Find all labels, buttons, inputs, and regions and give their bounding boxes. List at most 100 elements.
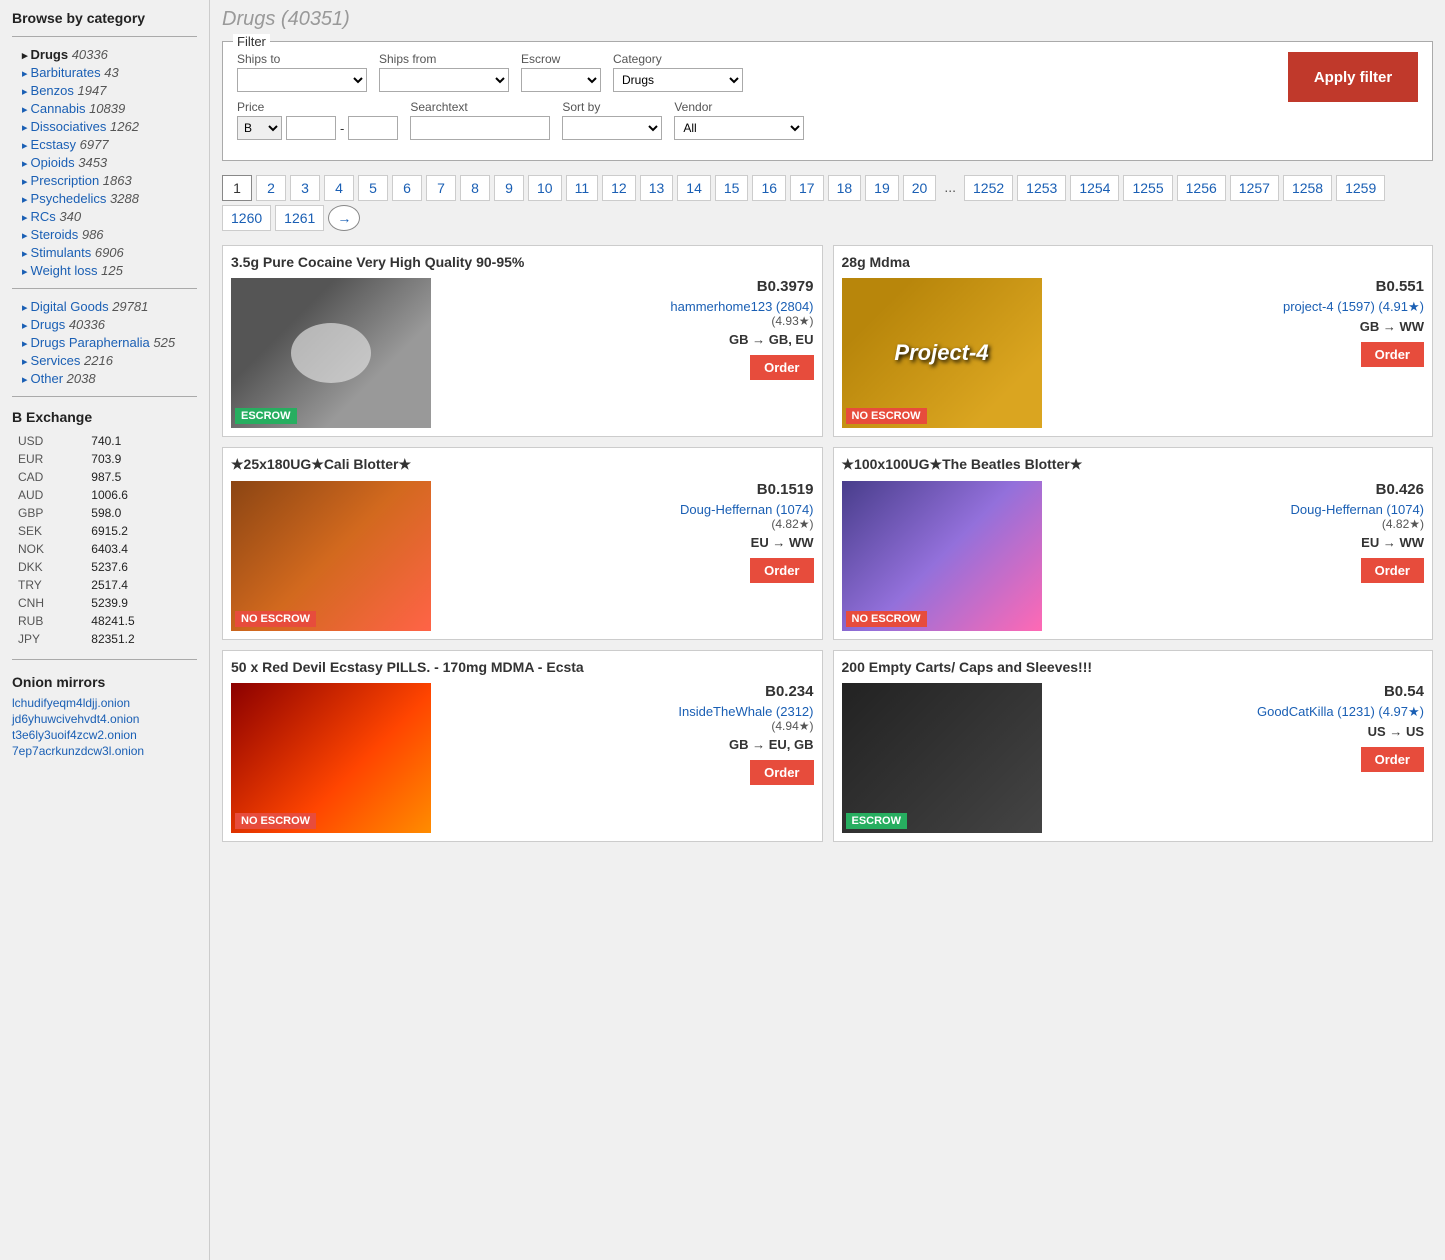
main-cat-services[interactable]: Services 2216 <box>12 353 197 368</box>
product-title: 200 Empty Carts/ Caps and Sleeves!!! <box>842 659 1425 675</box>
product-vendor[interactable]: project-4 (1597) (4.91★) <box>1052 299 1425 315</box>
sidebar-title: Browse by category <box>12 10 197 26</box>
sidebar-item-weight-loss[interactable]: Weight loss 125 <box>12 263 197 278</box>
product-rating: (4.94★) <box>441 719 814 733</box>
page-link-2[interactable]: 2 <box>256 175 286 201</box>
page-link-1256[interactable]: 1256 <box>1177 175 1226 201</box>
product-shipping: GB → GB, EU <box>441 332 814 347</box>
product-shipping: US → US <box>1052 724 1425 739</box>
sidebar-item-ecstasy[interactable]: Ecstasy 6977 <box>12 137 197 152</box>
apply-filter-button[interactable]: Apply filter <box>1288 52 1418 102</box>
order-button[interactable]: Order <box>750 760 813 785</box>
product-price: B0.54 <box>1052 683 1425 700</box>
main-cat-drugs[interactable]: Drugs 40336 <box>12 317 197 332</box>
main-cat-drugs-paraphernalia[interactable]: Drugs Paraphernalia 525 <box>12 335 197 350</box>
page-link-7[interactable]: 7 <box>426 175 456 201</box>
onion-link[interactable]: t3e6ly3uoif4zcw2.onion <box>12 728 197 742</box>
product-image <box>231 683 431 833</box>
order-button[interactable]: Order <box>1361 747 1424 772</box>
ships-to-select[interactable] <box>237 68 367 92</box>
price-max-input[interactable] <box>348 116 398 140</box>
page-link-5[interactable]: 5 <box>358 175 388 201</box>
product-image-wrap: ESCROW <box>231 278 431 428</box>
page-link-16[interactable]: 16 <box>752 175 786 201</box>
sidebar-item-rcs[interactable]: RCs 340 <box>12 209 197 224</box>
escrow-select[interactable] <box>521 68 601 92</box>
page-link-1253[interactable]: 1253 <box>1017 175 1066 201</box>
escrow-badge: NO ESCROW <box>846 611 927 627</box>
page-link-15[interactable]: 15 <box>715 175 749 201</box>
page-link-20[interactable]: 20 <box>903 175 937 201</box>
sidebar-item-steroids[interactable]: Steroids 986 <box>12 227 197 242</box>
sidebar-item-drugs[interactable]: Drugs 40336 <box>12 47 197 62</box>
page-link-9[interactable]: 9 <box>494 175 524 201</box>
page-link-4[interactable]: 4 <box>324 175 354 201</box>
sidebar-item-stimulants[interactable]: Stimulants 6906 <box>12 245 197 260</box>
onion-link[interactable]: lchudifyeqm4ldjj.onion <box>12 696 197 710</box>
product-vendor[interactable]: GoodCatKilla (1231) (4.97★) <box>1052 704 1425 720</box>
escrow-badge: NO ESCROW <box>235 813 316 829</box>
page-link-14[interactable]: 14 <box>677 175 711 201</box>
page-link-6[interactable]: 6 <box>392 175 422 201</box>
page-link-1257[interactable]: 1257 <box>1230 175 1279 201</box>
product-vendor[interactable]: hammerhome123 (2804) <box>441 299 814 314</box>
sidebar-item-dissociatives[interactable]: Dissociatives 1262 <box>12 119 197 134</box>
exchange-title: B Exchange <box>12 409 197 425</box>
product-price: B0.3979 <box>441 278 814 295</box>
page-link-1261[interactable]: 1261 <box>275 205 324 231</box>
page-link-1260[interactable]: 1260 <box>222 205 271 231</box>
page-link-18[interactable]: 18 <box>828 175 862 201</box>
product-shipping: GB → EU, GB <box>441 737 814 752</box>
page-link-1254[interactable]: 1254 <box>1070 175 1119 201</box>
product-info: B0.551 project-4 (1597) (4.91★) GB → WW … <box>1052 278 1425 428</box>
onion-link[interactable]: jd6yhuwcivehvdt4.onion <box>12 712 197 726</box>
category-select[interactable]: Drugs <box>613 68 743 92</box>
sidebar-item-cannabis[interactable]: Cannabis 10839 <box>12 101 197 116</box>
page-link-8[interactable]: 8 <box>460 175 490 201</box>
exchange-table: USD740.1EUR703.9CAD987.5AUD1006.6GBP598.… <box>12 431 197 649</box>
sortby-select[interactable] <box>562 116 662 140</box>
onion-link[interactable]: 7ep7acrkunzdcw3l.onion <box>12 744 197 758</box>
price-group: Price B - <box>237 100 398 140</box>
page-link-12[interactable]: 12 <box>602 175 636 201</box>
category-label: Category <box>613 52 743 66</box>
page-link-17[interactable]: 17 <box>790 175 824 201</box>
page-link-13[interactable]: 13 <box>640 175 674 201</box>
vendor-select[interactable]: All <box>674 116 804 140</box>
page-link-19[interactable]: 19 <box>865 175 899 201</box>
main-cat-other[interactable]: Other 2038 <box>12 371 197 386</box>
page-link-3[interactable]: 3 <box>290 175 320 201</box>
escrow-badge: ESCROW <box>235 408 297 424</box>
sidebar-item-barbiturates[interactable]: Barbiturates 43 <box>12 65 197 80</box>
next-page-button[interactable]: → <box>328 205 360 231</box>
ships-to-label: Ships to <box>237 52 367 66</box>
product-title: 50 x Red Devil Ecstasy PILLS. - 170mg MD… <box>231 659 814 675</box>
order-button[interactable]: Order <box>750 355 813 380</box>
page-link-1[interactable]: 1 <box>222 175 252 201</box>
product-vendor[interactable]: Doug-Heffernan (1074) <box>1052 502 1425 517</box>
product-price: B0.1519 <box>441 481 814 498</box>
sidebar-item-benzos[interactable]: Benzos 1947 <box>12 83 197 98</box>
order-button[interactable]: Order <box>1361 558 1424 583</box>
page-link-1252[interactable]: 1252 <box>964 175 1013 201</box>
price-currency-select[interactable]: B <box>237 116 282 140</box>
sidebar-item-psychedelics[interactable]: Psychedelics 3288 <box>12 191 197 206</box>
page-link-11[interactable]: 11 <box>566 175 599 201</box>
main-cat-digital-goods[interactable]: Digital Goods 29781 <box>12 299 197 314</box>
price-min-input[interactable] <box>286 116 336 140</box>
product-title: ★25x180UG★Cali Blotter★ <box>231 456 814 473</box>
page-link-1255[interactable]: 1255 <box>1123 175 1172 201</box>
order-button[interactable]: Order <box>750 558 813 583</box>
page-link-1259[interactable]: 1259 <box>1336 175 1385 201</box>
product-info: B0.234 InsideTheWhale (2312) (4.94★) GB … <box>441 683 814 833</box>
sidebar-item-opioids[interactable]: Opioids 3453 <box>12 155 197 170</box>
order-button[interactable]: Order <box>1361 342 1424 367</box>
ships-from-select[interactable] <box>379 68 509 92</box>
product-vendor[interactable]: InsideTheWhale (2312) <box>441 704 814 719</box>
product-vendor[interactable]: Doug-Heffernan (1074) <box>441 502 814 517</box>
page-link-10[interactable]: 10 <box>528 175 562 201</box>
page-link-1258[interactable]: 1258 <box>1283 175 1332 201</box>
sidebar-item-prescription[interactable]: Prescription 1863 <box>12 173 197 188</box>
searchtext-input[interactable] <box>410 116 550 140</box>
sidebar: Browse by category Drugs 40336 Barbiturat… <box>0 0 210 1260</box>
